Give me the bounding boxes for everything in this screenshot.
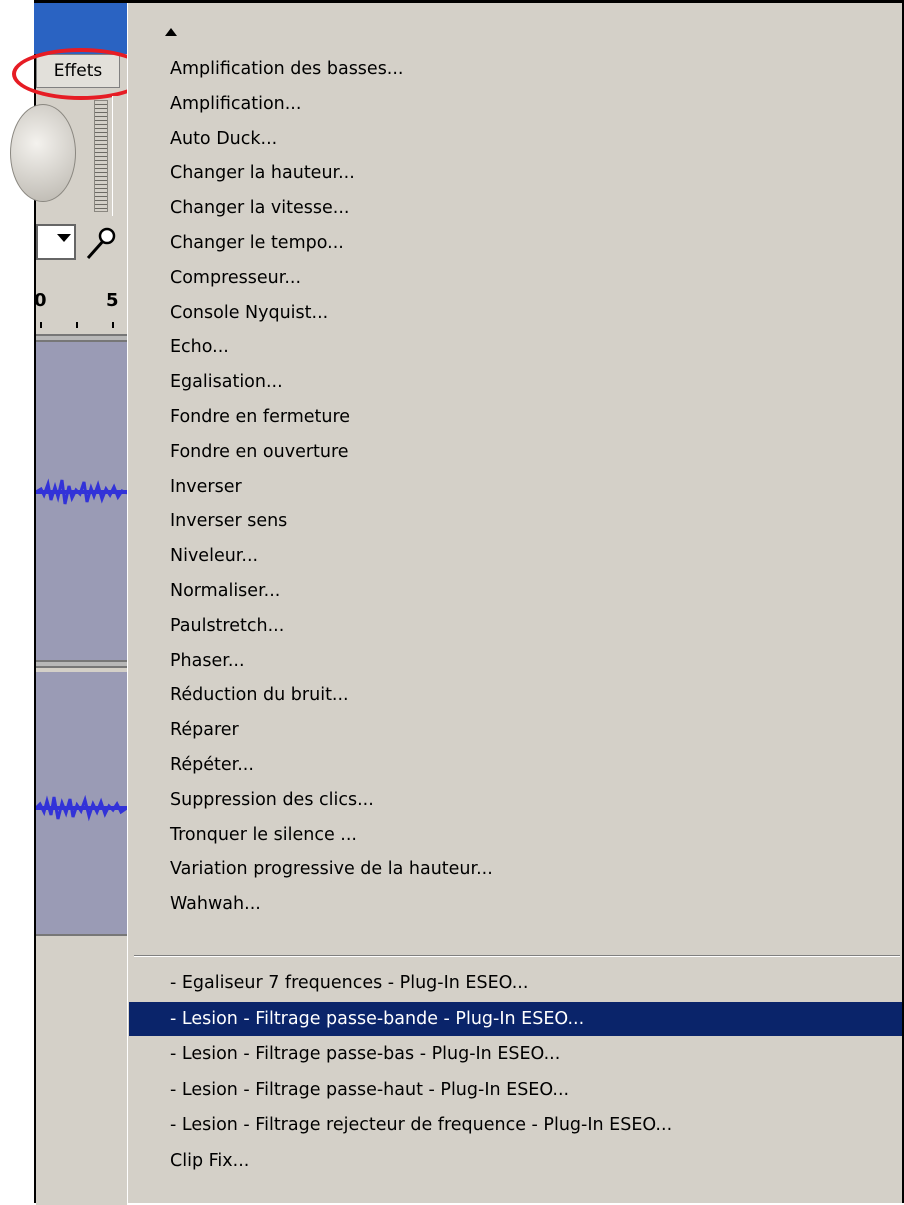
timeline-ruler[interactable]: 0 5	[34, 282, 127, 336]
menu-separator	[134, 955, 900, 957]
track-separator	[36, 334, 127, 342]
page-border	[34, 0, 904, 3]
menu-item[interactable]: Répéter...	[129, 748, 904, 782]
menu-item[interactable]: Amplification des basses...	[129, 52, 904, 86]
chevron-down-icon[interactable]	[57, 234, 71, 242]
waveform	[36, 478, 127, 505]
track-empty-area	[36, 934, 127, 1205]
menu-item[interactable]: Réparer	[129, 713, 904, 747]
ruler-label: 0	[34, 290, 47, 311]
gain-knob[interactable]	[10, 104, 76, 202]
ruler-tick	[112, 322, 114, 328]
menu-item[interactable]: Fondre en ouverture	[129, 435, 904, 469]
effects-menu: Amplification des basses... Amplification…	[127, 0, 904, 1203]
menu-item[interactable]: - Egaliseur 7 frequences - Plug-In ESEO.…	[129, 966, 904, 1000]
menu-item[interactable]: Changer la hauteur...	[129, 156, 904, 190]
menu-item[interactable]: Fondre en fermeture	[129, 400, 904, 434]
microphone-icon	[86, 227, 116, 259]
menu-item[interactable]: Variation progressive de la hauteur...	[129, 852, 904, 886]
ruler-label: 5	[106, 290, 119, 311]
menu-item[interactable]: Changer le tempo...	[129, 226, 904, 260]
menu-item[interactable]: Niveleur...	[129, 539, 904, 573]
volume-slider[interactable]	[94, 100, 108, 212]
menu-item[interactable]: Normaliser...	[129, 574, 904, 608]
menu-item[interactable]: Tronquer le silence ...	[129, 818, 904, 852]
menu-item[interactable]: Egalisation...	[129, 365, 904, 399]
menu-item[interactable]: Changer la vitesse...	[129, 191, 904, 225]
menu-item[interactable]: Console Nyquist...	[129, 296, 904, 330]
menu-item[interactable]: - Lesion - Filtrage passe-haut - Plug-In…	[129, 1073, 904, 1107]
menu-item[interactable]: Echo...	[129, 330, 904, 364]
menu-item[interactable]: Auto Duck...	[129, 122, 904, 156]
menu-item[interactable]: Phaser...	[129, 644, 904, 678]
menu-item[interactable]: Paulstretch...	[129, 609, 904, 643]
menu-effets[interactable]: Effets	[36, 54, 120, 88]
menu-item[interactable]: Inverser	[129, 470, 904, 504]
menu-item[interactable]: - Lesion - Filtrage rejecteur de frequen…	[129, 1108, 904, 1142]
menu-item[interactable]: - Lesion - Filtrage passe-bas - Plug-In …	[129, 1037, 904, 1071]
menu-item[interactable]: Réduction du bruit...	[129, 678, 904, 712]
menu-item[interactable]: Inverser sens	[129, 504, 904, 538]
menubar-background	[34, 0, 127, 54]
track-separator	[36, 660, 127, 668]
menu-item[interactable]: Amplification...	[129, 87, 904, 121]
toolbar-divider	[112, 96, 128, 216]
input-device-dropdown[interactable]	[36, 224, 76, 260]
menu-item[interactable]: Clip Fix...	[129, 1144, 904, 1178]
triangle-up-icon[interactable]	[165, 28, 177, 36]
menu-item[interactable]: Wahwah...	[129, 887, 904, 921]
menu-item[interactable]: Compresseur...	[129, 261, 904, 295]
ruler-tick	[76, 322, 78, 328]
waveform	[36, 794, 127, 822]
menu-item-selected[interactable]: - Lesion - Filtrage passe-bande - Plug-I…	[129, 1001, 904, 1036]
menu-item[interactable]: Suppression des clics...	[129, 783, 904, 817]
ruler-tick	[40, 322, 42, 328]
